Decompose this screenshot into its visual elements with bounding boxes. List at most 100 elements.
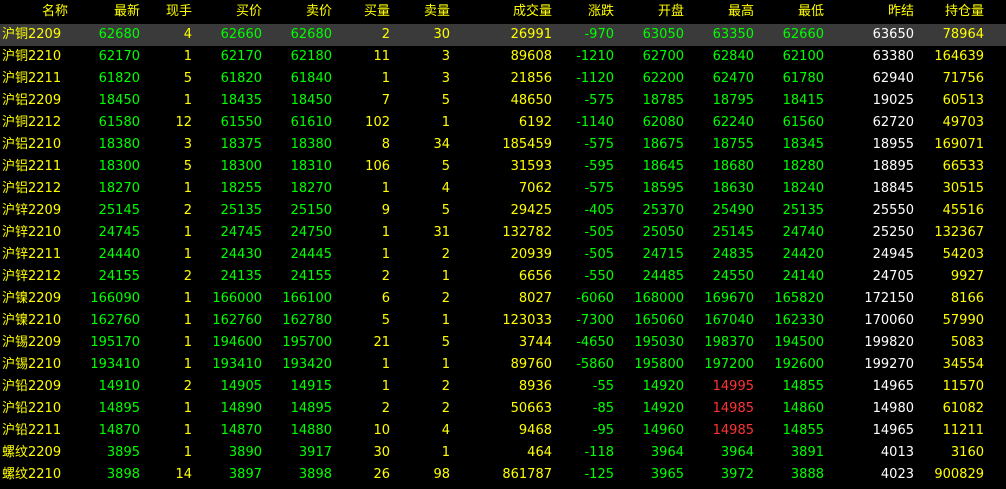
table-row[interactable]: 沪铅2211 14870 1 14870 14880 10 4 9468 -95 14960 149… — [0, 420, 1006, 442]
table-row[interactable]: 螺纹2209 3895 1 3890 3917 30 1 464 -118 3964 3964 389… — [0, 442, 1006, 464]
cell-last: 195170 — [90, 335, 140, 350]
cell-oi: 11211 — [942, 423, 984, 438]
cell-low: 62100 — [782, 49, 824, 64]
header-ask-volume[interactable]: 卖量 — [390, 0, 450, 24]
cell-oi: 45516 — [942, 203, 984, 218]
cell-name: 沪铝2209 — [2, 93, 62, 108]
cell-askv: 98 — [433, 467, 450, 482]
cell-high: 18795 — [712, 93, 754, 108]
cell-last: 25145 — [98, 203, 140, 218]
header-open[interactable]: 开盘 — [614, 0, 684, 24]
header-open-interest[interactable]: 持仓量 — [914, 0, 984, 24]
cell-bidv: 2 — [381, 269, 390, 284]
cell-bid: 3890 — [228, 445, 262, 460]
cell-open: 25050 — [642, 225, 684, 240]
cell-high: 3964 — [720, 445, 754, 460]
cell-ask: 18380 — [290, 137, 332, 152]
cell-oi: 900829 — [934, 467, 984, 482]
cell-chg: -1120 — [576, 71, 614, 86]
table-row[interactable]: 螺纹2210 3898 14 3897 3898 26 98 861787 -125 3965 39… — [0, 464, 1006, 486]
cell-oi: 5083 — [950, 335, 984, 350]
header-last[interactable]: 最新 — [70, 0, 140, 24]
cell-chg: -4650 — [576, 335, 614, 350]
cell-total: 9468 — [518, 423, 552, 438]
cell-chg: -405 — [584, 203, 614, 218]
table-row[interactable]: 沪铝2210 18380 3 18375 18380 8 34 185459 -575 18675… — [0, 134, 1006, 156]
cell-bid: 18300 — [220, 159, 262, 174]
cell-vol: 5 — [183, 71, 192, 86]
cell-open: 195030 — [634, 335, 684, 350]
table-row[interactable]: 沪锡2209 195170 1 194600 195700 21 5 3744 -4650 195… — [0, 332, 1006, 354]
cell-bid: 14870 — [220, 423, 262, 438]
cell-open: 62200 — [642, 71, 684, 86]
cell-chg: -85 — [592, 401, 614, 416]
cell-chg: -125 — [584, 467, 614, 482]
table-row[interactable]: 沪镍2209 166090 1 166000 166100 6 2 8027 -6060 1680… — [0, 288, 1006, 310]
table-row[interactable]: 沪锌2210 24745 1 24745 24750 1 31 132782 -505 25050… — [0, 222, 1006, 244]
cell-open: 63050 — [642, 27, 684, 42]
cell-last: 18380 — [98, 137, 140, 152]
header-change[interactable]: 涨跌 — [552, 0, 614, 24]
table-row[interactable]: 沪锌2211 24440 1 24430 24445 1 2 20939 -505 24715 24… — [0, 244, 1006, 266]
cell-high: 18680 — [712, 159, 754, 174]
cell-total: 123033 — [502, 313, 552, 328]
cell-name: 沪铅2210 — [2, 401, 62, 416]
table-row[interactable]: 沪铅2209 14910 2 14905 14915 1 2 8936 -55 14920 1499… — [0, 376, 1006, 398]
cell-bid: 166000 — [212, 291, 262, 306]
cell-high: 14995 — [712, 379, 754, 394]
cell-vol: 2 — [183, 379, 192, 394]
cell-open: 62700 — [642, 49, 684, 64]
cell-open: 3964 — [650, 445, 684, 460]
header-ask[interactable]: 卖价 — [262, 0, 332, 24]
cell-high: 63350 — [712, 27, 754, 42]
cell-total: 464 — [527, 445, 552, 460]
cell-chg: -575 — [584, 181, 614, 196]
cell-askv: 3 — [441, 49, 450, 64]
table-row[interactable]: 沪铝2211 18300 5 18300 18310 106 5 31593 -595 18645… — [0, 156, 1006, 178]
cell-high: 62470 — [712, 71, 754, 86]
cell-bid: 193410 — [212, 357, 262, 372]
cell-ask: 18270 — [290, 181, 332, 196]
cell-ask: 18450 — [290, 93, 332, 108]
cell-high: 3972 — [720, 467, 754, 482]
table-row[interactable]: 沪铜2211 61820 5 61820 61840 1 3 21856 -1120 62200 6… — [0, 68, 1006, 90]
cell-total: 3744 — [518, 335, 552, 350]
cell-low: 61780 — [782, 71, 824, 86]
cell-name: 沪锌2209 — [2, 203, 62, 218]
table-row[interactable]: 沪锌2209 25145 2 25135 25150 9 5 29425 -405 25370 25… — [0, 200, 1006, 222]
header-high[interactable]: 最高 — [684, 0, 754, 24]
header-low[interactable]: 最低 — [754, 0, 824, 24]
table-row[interactable]: 沪铜2210 62170 1 62170 62180 11 3 89608 -1210 62700… — [0, 46, 1006, 68]
table-row[interactable]: 沪锌2212 24155 2 24135 24155 2 1 6656 -550 24485 245… — [0, 266, 1006, 288]
cell-low: 14855 — [782, 379, 824, 394]
header-name[interactable]: 名称 — [0, 0, 68, 24]
cell-high: 14985 — [712, 423, 754, 438]
cell-last: 14910 — [98, 379, 140, 394]
cell-askv: 5 — [441, 93, 450, 108]
cell-askv: 5 — [441, 335, 450, 350]
header-bid[interactable]: 买价 — [192, 0, 262, 24]
table-row[interactable]: 沪铝2212 18270 1 18255 18270 1 4 7062 -575 18595 186… — [0, 178, 1006, 200]
cell-total: 31593 — [510, 159, 552, 174]
table-row[interactable]: 沪铅2210 14895 1 14890 14895 2 2 50663 -85 14920 149… — [0, 398, 1006, 420]
header-prev-settle[interactable]: 昨结 — [824, 0, 914, 24]
table-row[interactable]: 沪锡2210 193410 1 193410 193420 1 1 89760 -5860 195… — [0, 354, 1006, 376]
cell-last: 18300 — [98, 159, 140, 174]
cell-ask: 24750 — [290, 225, 332, 240]
cell-ask: 166100 — [282, 291, 332, 306]
cell-low: 162330 — [774, 313, 824, 328]
header-bid-volume[interactable]: 买量 — [332, 0, 390, 24]
table-row[interactable]: 沪镍2210 162760 1 162760 162780 5 1 123033 -7300 16… — [0, 310, 1006, 332]
cell-vol: 2 — [183, 269, 192, 284]
header-volume-now[interactable]: 现手 — [140, 0, 192, 24]
cell-low: 14855 — [782, 423, 824, 438]
header-total-volume[interactable]: 成交量 — [450, 0, 552, 24]
table-row[interactable]: 沪铜2209 62680 4 62660 62680 2 30 26991 -970 63050 6… — [0, 24, 1006, 46]
table-row[interactable]: 沪铜2212 61580 12 61550 61610 102 1 6192 -1140 6208… — [0, 112, 1006, 134]
cell-oi: 66533 — [942, 159, 984, 174]
cell-open: 14920 — [642, 379, 684, 394]
cell-last: 14895 — [98, 401, 140, 416]
table-row[interactable]: 沪铝2209 18450 1 18435 18450 7 5 48650 -575 18785 18… — [0, 90, 1006, 112]
cell-low: 192600 — [774, 357, 824, 372]
cell-askv: 4 — [441, 181, 450, 196]
